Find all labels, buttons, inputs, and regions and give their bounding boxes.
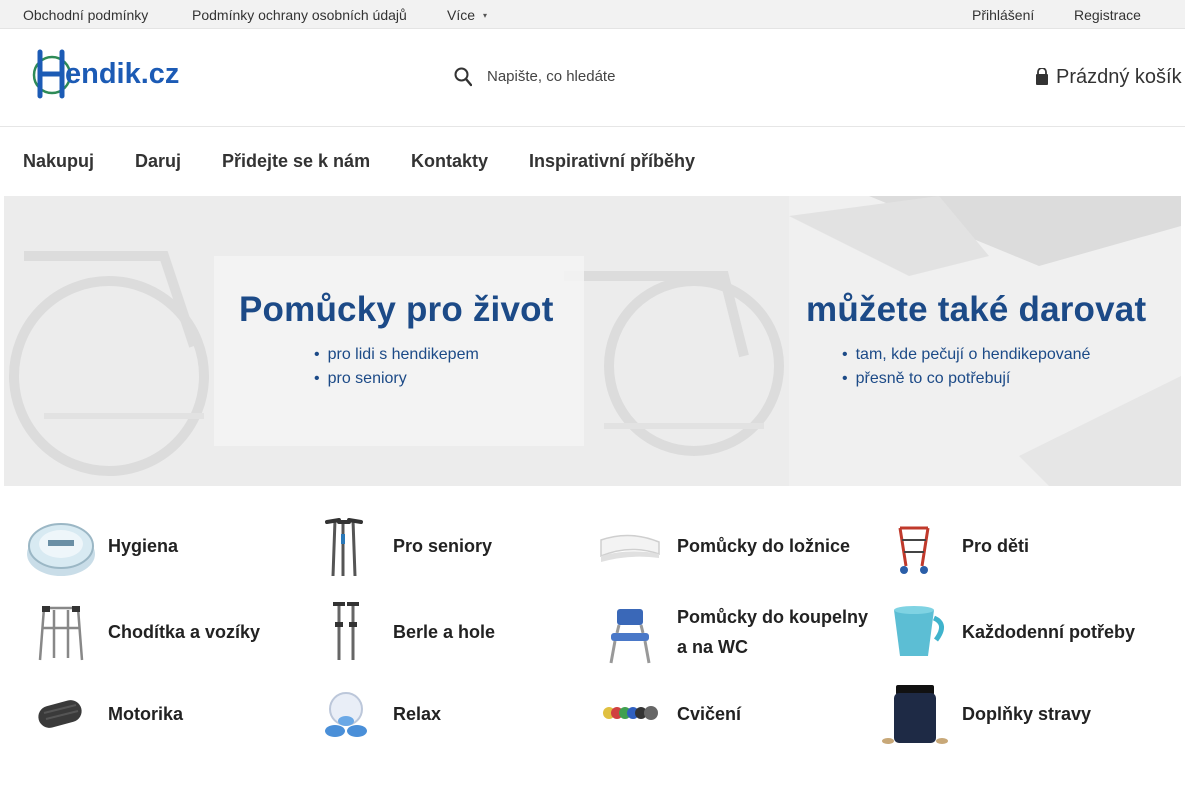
link-more-label: Více: [447, 7, 476, 23]
category-pro-deti[interactable]: Pro děti: [878, 511, 1158, 581]
category-name: Pomůcky do ložnice: [677, 536, 851, 556]
exercise-bands-icon: [603, 706, 658, 720]
banner-products-title: Pomůcky pro život: [239, 290, 554, 329]
category-pro-seniory[interactable]: Pro seniory: [309, 511, 589, 581]
category-name: Cvičení: [677, 704, 742, 724]
crutches-icon: [333, 602, 359, 660]
category-name: Hygiena: [108, 536, 179, 556]
category-relax[interactable]: Relax: [309, 683, 589, 753]
kids-walker-icon: [898, 526, 930, 574]
cart-icon: [1036, 68, 1048, 85]
nav-item-nakupuj[interactable]: Nakupuj: [23, 151, 94, 172]
login-link[interactable]: Přihlášení: [972, 7, 1034, 23]
banner-donate[interactable]: můžete také darovat tam, kde pečují o he…: [789, 196, 1181, 486]
register-link[interactable]: Registrace: [1074, 7, 1141, 23]
hands-together-background-image: [789, 196, 1181, 486]
category-kazdodenni[interactable]: Každodenní potřeby: [878, 597, 1158, 667]
category-choditka[interactable]: Chodítka a vozíky: [24, 597, 304, 667]
search-placeholder: Napište, co hledáte: [487, 68, 616, 85]
category-berle[interactable]: Berle a hole: [309, 597, 589, 667]
top-utility-bar: Obchodní podmínky Podmínky ochrany osobn…: [0, 0, 1185, 29]
header-divider: [0, 126, 1185, 127]
banner-donate-bullet: přesně to co potřebují: [842, 370, 1011, 388]
link-privacy[interactable]: Podmínky ochrany osobních údajů: [192, 7, 407, 23]
site-logo[interactable]: endik.cz: [32, 48, 214, 100]
nav-item-contacts[interactable]: Kontakty: [411, 151, 488, 172]
search-box[interactable]: Napište, co hledáte: [452, 62, 782, 94]
category-name: Chodítka a vozíky: [108, 622, 261, 642]
category-name-line2: a na WC: [677, 637, 749, 657]
shower-chair-icon: [609, 609, 651, 664]
walking-canes-icon: [325, 518, 363, 577]
category-name: Pomůcky do koupelny: [677, 607, 869, 627]
category-name: Relax: [393, 704, 442, 724]
category-motorika[interactable]: Motorika: [24, 683, 304, 753]
banner-products-bullet: pro lidi s hendikepem: [314, 346, 479, 364]
supplement-jar-icon: [882, 685, 948, 744]
massager-icon: [325, 692, 367, 737]
nav-item-daruj[interactable]: Daruj: [135, 151, 181, 172]
svg-text:endik.cz: endik.cz: [65, 58, 179, 90]
massage-roller-icon: [38, 700, 82, 728]
link-more[interactable]: Více ▾: [447, 7, 487, 23]
chevron-down-icon: ▾: [483, 11, 488, 20]
cup-icon: [894, 606, 944, 656]
category-loznice[interactable]: Pomůcky do ložnice: [593, 511, 873, 581]
category-doplnky[interactable]: Doplňky stravy: [878, 683, 1158, 753]
category-name: Každodenní potřeby: [962, 622, 1136, 642]
category-name: Pro děti: [962, 536, 1030, 556]
category-cviceni[interactable]: Cvičení: [593, 683, 873, 753]
search-icon: [454, 67, 472, 87]
category-name: Pro seniory: [393, 536, 493, 556]
banner-donate-title: můžete také darovat: [806, 290, 1147, 329]
nav-item-stories[interactable]: Inspirativní příběhy: [529, 151, 695, 172]
cart-label: Prázdný košík: [1056, 66, 1182, 88]
link-terms[interactable]: Obchodní podmínky: [23, 7, 148, 23]
walking-frame-icon: [38, 606, 84, 661]
pillow-icon: [600, 534, 660, 562]
category-hygiena[interactable]: Hygiena: [24, 511, 304, 581]
banner-products[interactable]: Pomůcky pro život pro lidi s hendikepem …: [4, 196, 789, 486]
wheelchair-background-image: [4, 196, 789, 486]
logo-graphic: endik.cz: [32, 49, 179, 99]
cream-jar-icon: [27, 523, 95, 576]
nav-item-join[interactable]: Přidejte se k nám: [222, 151, 370, 172]
category-name: Motorika: [108, 704, 184, 724]
banner-products-bullet: pro seniory: [314, 370, 407, 388]
category-name: Doplňky stravy: [962, 704, 1092, 724]
banner-donate-bullet: tam, kde pečují o hendikepované: [842, 346, 1091, 364]
category-name: Berle a hole: [393, 622, 496, 642]
category-koupelna[interactable]: Pomůcky do koupelny a na WC: [593, 597, 873, 667]
